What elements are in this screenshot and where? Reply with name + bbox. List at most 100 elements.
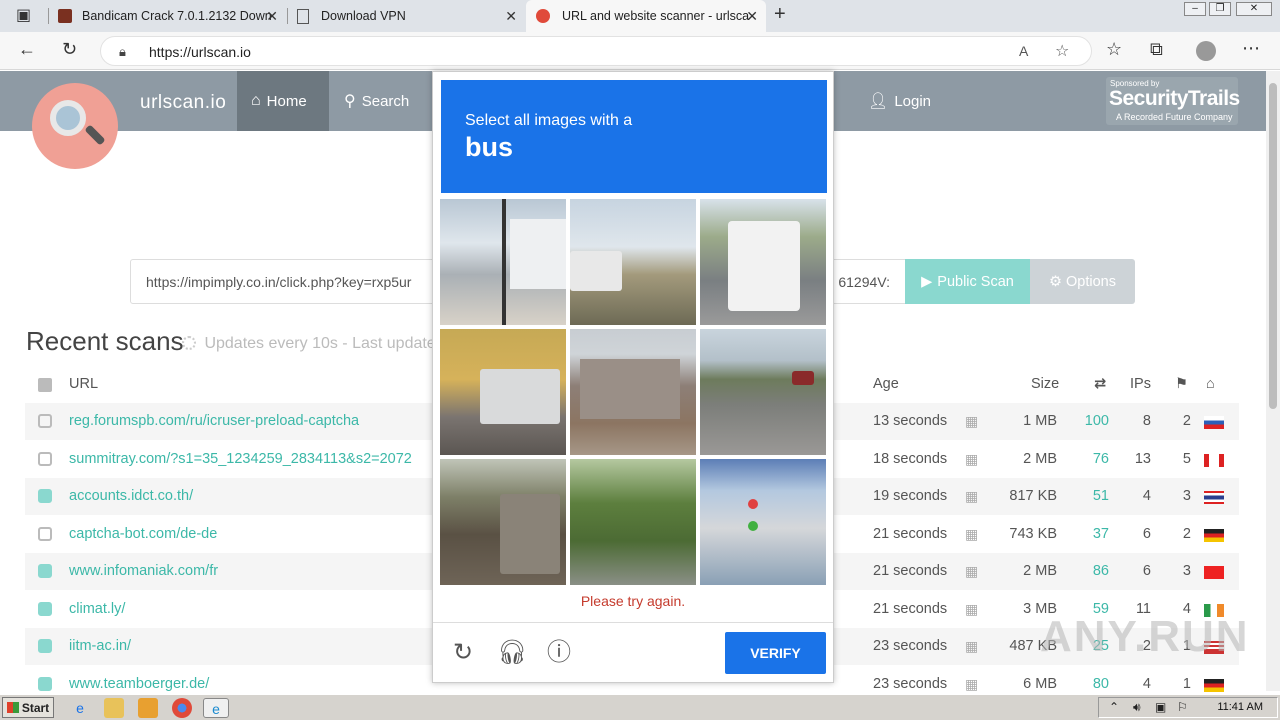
scan-url[interactable]: summitray.com/?s1=35_1234259_2834113&s2=… <box>69 451 412 467</box>
media-player-icon[interactable] <box>138 698 158 718</box>
captcha-tile-9[interactable] <box>700 459 826 585</box>
close-window-icon[interactable]: ✕ <box>1236 2 1272 16</box>
tab-actions-icon[interactable]: ▣ <box>16 5 31 25</box>
address-bar[interactable]: 🔒︎ https://urlscan.io A ☆ <box>100 36 1092 66</box>
scan-url[interactable]: reg.forumspb.com/ru/icruser-preload-capt… <box>69 413 359 429</box>
qr-icon[interactable]: ▦ <box>965 488 978 505</box>
scan-requests[interactable]: 76 <box>1093 451 1109 467</box>
start-button[interactable]: Start <box>2 697 54 718</box>
chrome-icon[interactable] <box>172 698 192 718</box>
audio-challenge-icon[interactable]: 🎧︎ <box>497 639 527 667</box>
read-aloud-icon[interactable]: A <box>1019 43 1028 59</box>
options-button[interactable]: ⚙ Options <box>1030 259 1135 304</box>
qr-icon[interactable]: ▦ <box>965 413 978 430</box>
network-icon[interactable]: ▣ <box>1155 700 1166 714</box>
tab-urlscan[interactable]: URL and website scanner - urlsca ✕ <box>526 0 766 32</box>
verify-button[interactable]: VERIFY <box>725 632 826 674</box>
ie-icon[interactable]: e <box>70 698 90 718</box>
scan-url[interactable]: captcha-bot.com/de-de <box>69 526 217 542</box>
tab-download-vpn[interactable]: Download VPN ✕ <box>287 0 525 32</box>
back-icon[interactable]: ← <box>18 39 36 60</box>
scan-url[interactable]: www.infomaniak.com/fr <box>69 563 218 579</box>
add-favorite-icon[interactable]: ☆ <box>1055 41 1069 61</box>
scan-ips: 8 <box>1142 413 1151 429</box>
magnifier-handle <box>84 124 106 146</box>
qr-icon[interactable]: ▦ <box>965 563 978 580</box>
close-tab-icon[interactable]: ✕ <box>746 8 758 25</box>
close-tab-icon[interactable]: ✕ <box>266 8 278 25</box>
profile-avatar[interactable] <box>1196 41 1216 61</box>
scan-requests[interactable]: 86 <box>1093 563 1109 579</box>
restore-icon[interactable]: ❐ <box>1209 2 1231 16</box>
scan-requests[interactable]: 100 <box>1085 413 1109 429</box>
nav-login[interactable]: 👤︎ Login <box>854 71 945 131</box>
qr-icon[interactable]: ▦ <box>965 601 978 618</box>
address-url: https://urlscan.io <box>149 44 251 60</box>
captcha-tile-6[interactable] <box>700 329 826 455</box>
scan-url[interactable]: climat.ly/ <box>69 601 125 617</box>
sponsor-subcaption: A Recorded Future Company <box>1116 112 1233 122</box>
scan-requests[interactable]: 37 <box>1093 526 1109 542</box>
captcha-tile-1[interactable] <box>440 199 566 325</box>
scan-requests[interactable]: 80 <box>1093 676 1109 692</box>
captcha-tile-8[interactable] <box>570 459 696 585</box>
scan-url[interactable]: iitm-ac.in/ <box>69 638 131 654</box>
qr-icon[interactable]: ▦ <box>965 638 978 655</box>
explorer-icon[interactable] <box>104 698 124 718</box>
more-menu-icon[interactable]: ⋯ <box>1242 38 1260 59</box>
unlocked-icon <box>38 451 52 466</box>
col-url[interactable]: URL <box>69 376 98 392</box>
scrollbar-thumb[interactable] <box>1269 83 1277 409</box>
collections-icon[interactable]: ⧉ <box>1150 39 1163 60</box>
action-center-flag-icon[interactable]: ⚐ <box>1177 700 1188 714</box>
close-tab-icon[interactable]: ✕ <box>505 8 517 25</box>
nav-search-label: Search <box>361 92 410 110</box>
sponsor-banner[interactable]: Sponsored by SecurityTrails A Recorded F… <box>1106 77 1240 125</box>
scan-age: 23 seconds <box>873 638 948 654</box>
nav-search[interactable]: ⚲ Search <box>330 71 423 131</box>
url-input-value-tail: 61294V: <box>838 274 890 290</box>
captcha-error: Please try again. <box>580 593 686 609</box>
refresh-icon[interactable]: ↻ <box>62 39 77 60</box>
volume-icon[interactable]: 🔊︎ <box>1133 700 1141 715</box>
scan-size: 6 MB <box>1023 675 1057 692</box>
minimize-icon[interactable]: – <box>1184 2 1206 16</box>
new-tab-icon[interactable]: + <box>774 3 786 26</box>
reload-icon[interactable]: ↻ <box>449 639 477 667</box>
tray-arrow-icon[interactable]: ⌃ <box>1109 700 1119 714</box>
public-scan-button[interactable]: ▶ Public Scan <box>905 259 1030 304</box>
page-scrollbar[interactable] <box>1266 71 1280 691</box>
captcha-tile-5[interactable] <box>570 329 696 455</box>
spinner-icon <box>182 336 196 350</box>
nav-home-label: Home <box>266 92 307 110</box>
brand-name[interactable]: urlscan.io <box>140 92 226 114</box>
captcha-prompt: Select all images with a <box>465 112 633 129</box>
favorites-icon[interactable]: ☆ <box>1106 39 1122 60</box>
user-icon: 👤︎ <box>868 93 889 110</box>
info-icon[interactable]: ⓘ <box>545 639 573 667</box>
scan-url[interactable]: accounts.idct.co.th/ <box>69 488 193 504</box>
country-flag-icon <box>1204 678 1224 692</box>
qr-icon[interactable]: ▦ <box>965 526 978 543</box>
tab-bandicam[interactable]: Bandicam Crack 7.0.1.2132 Down ✕ <box>48 0 286 32</box>
pole-shape <box>502 199 506 325</box>
captcha-tile-4[interactable] <box>440 329 566 455</box>
edge-icon[interactable]: e <box>203 698 229 718</box>
scan-countries: 5 <box>1182 450 1191 467</box>
col-age[interactable]: Age <box>873 376 899 392</box>
col-ips[interactable]: IPs <box>1130 376 1151 392</box>
scan-requests[interactable]: 51 <box>1093 488 1109 504</box>
qr-icon[interactable]: ▦ <box>965 676 978 693</box>
col-size[interactable]: Size <box>1031 376 1059 392</box>
captcha-tile-2[interactable] <box>570 199 696 325</box>
clock[interactable]: 11:41 AM <box>1217 701 1263 713</box>
scan-url[interactable]: www.teamboerger.de/ <box>69 676 209 692</box>
qr-icon[interactable]: ▦ <box>965 451 978 468</box>
captcha-tile-3[interactable] <box>700 199 826 325</box>
nav-home[interactable]: ⌂ Home <box>237 71 329 131</box>
balloon-shape <box>748 521 758 531</box>
tab-title: Download VPN <box>321 9 406 23</box>
urlscan-logo[interactable] <box>32 83 118 169</box>
scan-ips: 4 <box>1142 675 1151 692</box>
captcha-tile-7[interactable] <box>440 459 566 585</box>
